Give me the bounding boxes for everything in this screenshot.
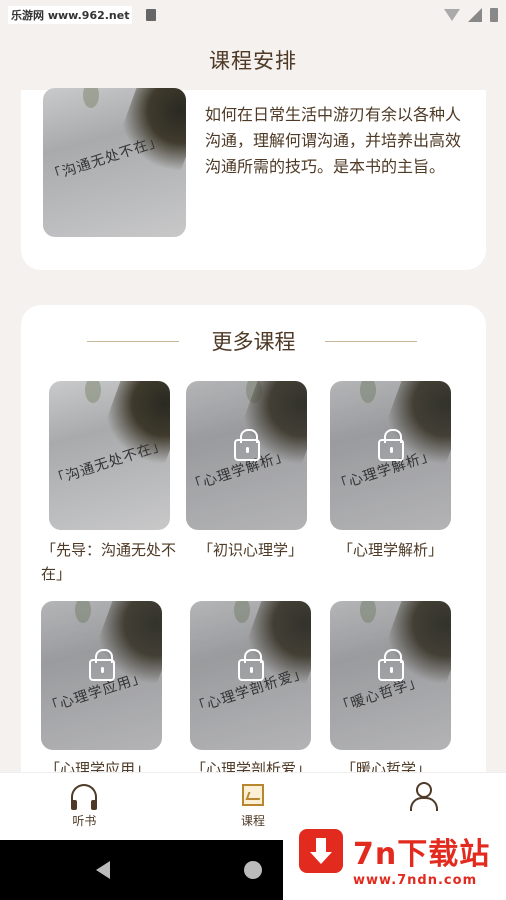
site-watermark: 乐游网 www.962.net [8,6,133,24]
battery-icon [490,8,498,22]
download-icon [299,829,343,873]
sim-icon [146,9,157,21]
nav-item-label: 听书 [72,814,97,828]
page-title: 课程安排 [209,49,297,73]
course-thumbnail[interactable]: 「沟通无处不在」 [43,88,186,237]
course-item-label[interactable]: 「先导：沟通无处不在」 [41,538,181,586]
course-card-thumbnail[interactable]: 「心理学剖析爱」 [190,601,311,750]
course-card-thumbnail[interactable]: 「心理学解析」 [186,381,307,530]
ad-url: www.7ndn.com [353,873,478,888]
home-icon[interactable] [244,861,262,879]
more-courses-card: 更多课程 「沟通无处不在」 「先导：沟通无处不在」 「心理学解析」 「初识心理学… [21,305,486,775]
status-bar: 乐游网 www.962.net [0,0,506,30]
chart-icon [242,784,264,806]
signal-icon [468,8,482,22]
divider-right [325,341,417,342]
nav-item-listen[interactable]: 听书 [0,773,169,840]
lock-icon [377,429,404,461]
ad-title: 7n下载站 [353,837,491,872]
lock-icon [237,649,264,681]
status-icons [444,8,498,22]
course-card-thumbnail[interactable]: 「心理学应用」 [41,601,162,750]
wifi-icon [444,9,460,21]
download-site-watermark: 7n下载站 www.7ndn.com [283,815,506,900]
lock-icon [233,429,260,461]
course-item-label[interactable]: 「心理学解析」 [338,538,443,562]
back-icon[interactable] [96,861,110,879]
more-courses-title: 更多课程 [211,330,296,354]
headphones-icon [71,784,98,810]
course-description: 如何在日常生活中游刃有余以各种人沟通，理解何谓沟通，并培养出高效沟通所需的技巧。… [205,105,462,176]
lock-icon [377,649,404,681]
user-icon [409,782,438,811]
nav-item-label: 课程 [241,814,266,828]
divider-left [87,341,179,342]
more-courses-header: 更多课程 [21,325,486,357]
course-card-thumbnail[interactable]: 「暖心哲学」 [330,601,451,750]
course-card-thumbnail[interactable]: 「沟通无处不在」 [49,381,170,530]
lock-icon [88,649,115,681]
course-card-thumbnail[interactable]: 「心理学解析」 [330,381,451,530]
course-item-label[interactable]: 「初识心理学」 [198,538,303,562]
